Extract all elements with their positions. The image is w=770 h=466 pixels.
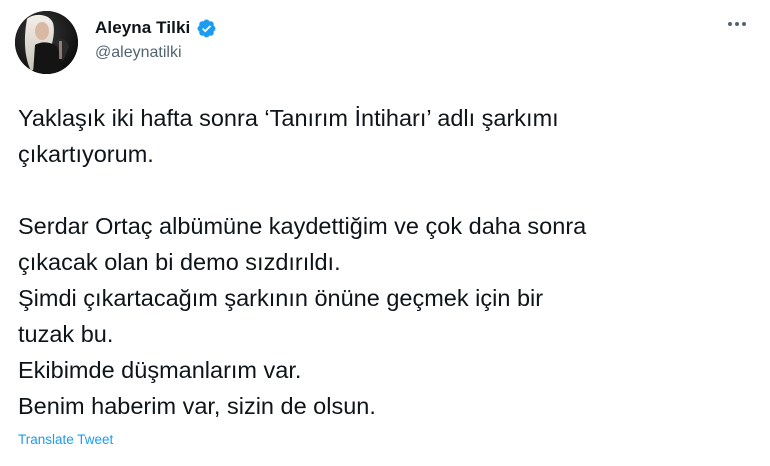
- more-horizontal-icon-dot: [742, 22, 746, 26]
- tweet-line: Serdar Ortaç albümüne kaydettiğim ve çok…: [18, 213, 587, 239]
- author-display-name[interactable]: Aleyna Tilki: [95, 18, 190, 38]
- more-options-button[interactable]: [722, 14, 752, 34]
- tweet-line: Yaklaşık iki hafta sonra ‘Tanırım İntiha…: [18, 105, 559, 131]
- tweet-line: Benim haberim var, sizin de olsun.: [18, 393, 376, 419]
- tweet-card: Aleyna Tilki @aleynatilki Yaklaşık iki h…: [0, 0, 770, 466]
- avatar-photo: [15, 11, 78, 74]
- tweet-line: tuzak bu.: [18, 321, 114, 347]
- more-horizontal-icon: [728, 22, 732, 26]
- translate-tweet-link[interactable]: Translate Tweet: [18, 432, 113, 447]
- tweet-text: Yaklaşık iki hafta sonra ‘Tanırım İntiha…: [18, 100, 753, 424]
- tweet-line: çıkartıyorum.: [18, 141, 154, 167]
- tweet-line: çıkacak olan bi demo sızdırıldı.: [18, 249, 341, 275]
- verified-badge-icon: [196, 18, 217, 39]
- tweet-line: Ekibimde düşmanlarım var.: [18, 357, 302, 383]
- tweet-line: Şimdi çıkartacağım şarkının önüne geçmek…: [18, 285, 544, 311]
- author-handle[interactable]: @aleynatilki: [95, 44, 182, 62]
- more-horizontal-icon-dot: [735, 22, 739, 26]
- author-name-row[interactable]: Aleyna Tilki: [95, 16, 217, 40]
- avatar[interactable]: [15, 11, 78, 74]
